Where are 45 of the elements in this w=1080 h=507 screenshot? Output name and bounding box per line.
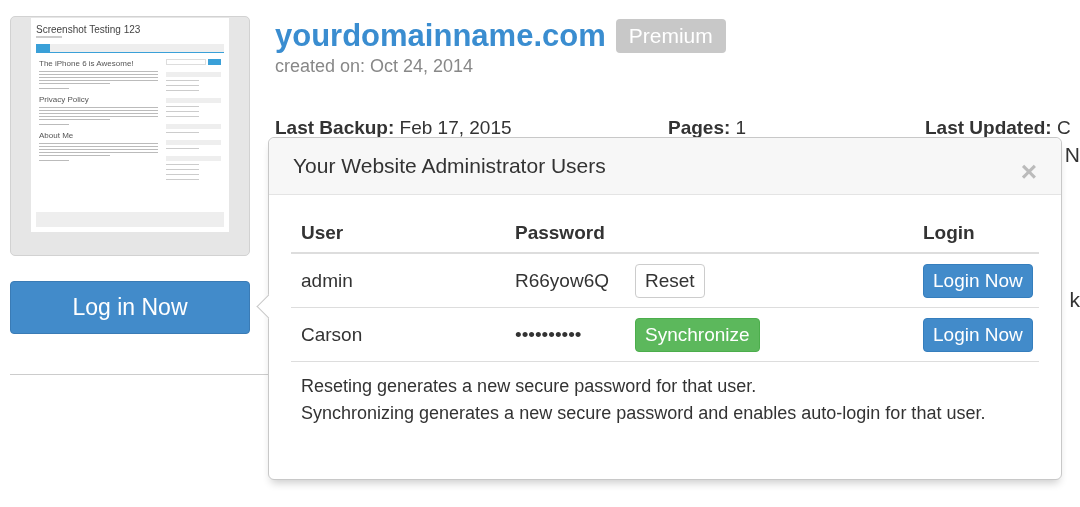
- login-now-button[interactable]: Login Now: [923, 263, 1033, 298]
- stat-text: Pages: 1: [668, 117, 748, 139]
- text-line: [166, 132, 199, 133]
- help-text: Synchronizing generates a new secure password and enables auto-login for that user.: [301, 402, 987, 425]
- table-cell-text: Carson: [300, 323, 364, 346]
- site-title: Screenshot Testing 123: [36, 24, 142, 35]
- column-header: User: [300, 222, 345, 244]
- text-line: [166, 111, 199, 112]
- text-line: [166, 174, 199, 175]
- text-line: [39, 155, 111, 156]
- reset-button[interactable]: Reset: [635, 263, 705, 298]
- text-line: [39, 119, 111, 120]
- post-title: Privacy Policy: [39, 95, 90, 104]
- column-header: Login: [923, 222, 975, 244]
- post-title: The iPhone 6 is Awesome!: [39, 59, 135, 68]
- domain-link[interactable]: yourdomainname.com: [275, 18, 606, 54]
- post-title: About Me: [39, 131, 75, 140]
- table-cell-text: R66yow6Q: [515, 269, 610, 292]
- text-line: [166, 179, 199, 180]
- help-text: Reseting generates a new secure password for that user.: [301, 375, 758, 398]
- text-line: [39, 88, 69, 89]
- table-cell-text: admin: [300, 269, 354, 292]
- text-line: [166, 148, 199, 149]
- login-now-button[interactable]: Login Now: [923, 317, 1033, 352]
- stat-text: Last Updated: C: [925, 117, 1071, 139]
- column-header: Password: [515, 222, 606, 244]
- login-button[interactable]: Log in Now: [10, 281, 250, 334]
- text-line: [166, 169, 199, 170]
- table-cell-text: ••••••••••: [515, 323, 583, 346]
- stat-text: Last Backup: Feb 17, 2015: [275, 117, 513, 139]
- text-line: [166, 85, 199, 86]
- text-line: [36, 36, 62, 38]
- created-date: created on: Oct 24, 2014: [275, 56, 475, 77]
- text-fragment: N: [1064, 143, 1080, 167]
- text-line: [166, 164, 199, 165]
- text-fragment: k: [1069, 288, 1080, 312]
- text-line: [39, 83, 111, 84]
- text-line: [166, 80, 199, 81]
- text-line: [39, 124, 69, 125]
- text-line: [39, 160, 69, 161]
- text-line: [166, 106, 199, 107]
- text-line: [166, 90, 199, 91]
- text-line: [166, 116, 199, 117]
- synchronize-button[interactable]: Synchronize: [635, 317, 760, 352]
- popover-title: Your Website Administrator Users: [293, 154, 606, 178]
